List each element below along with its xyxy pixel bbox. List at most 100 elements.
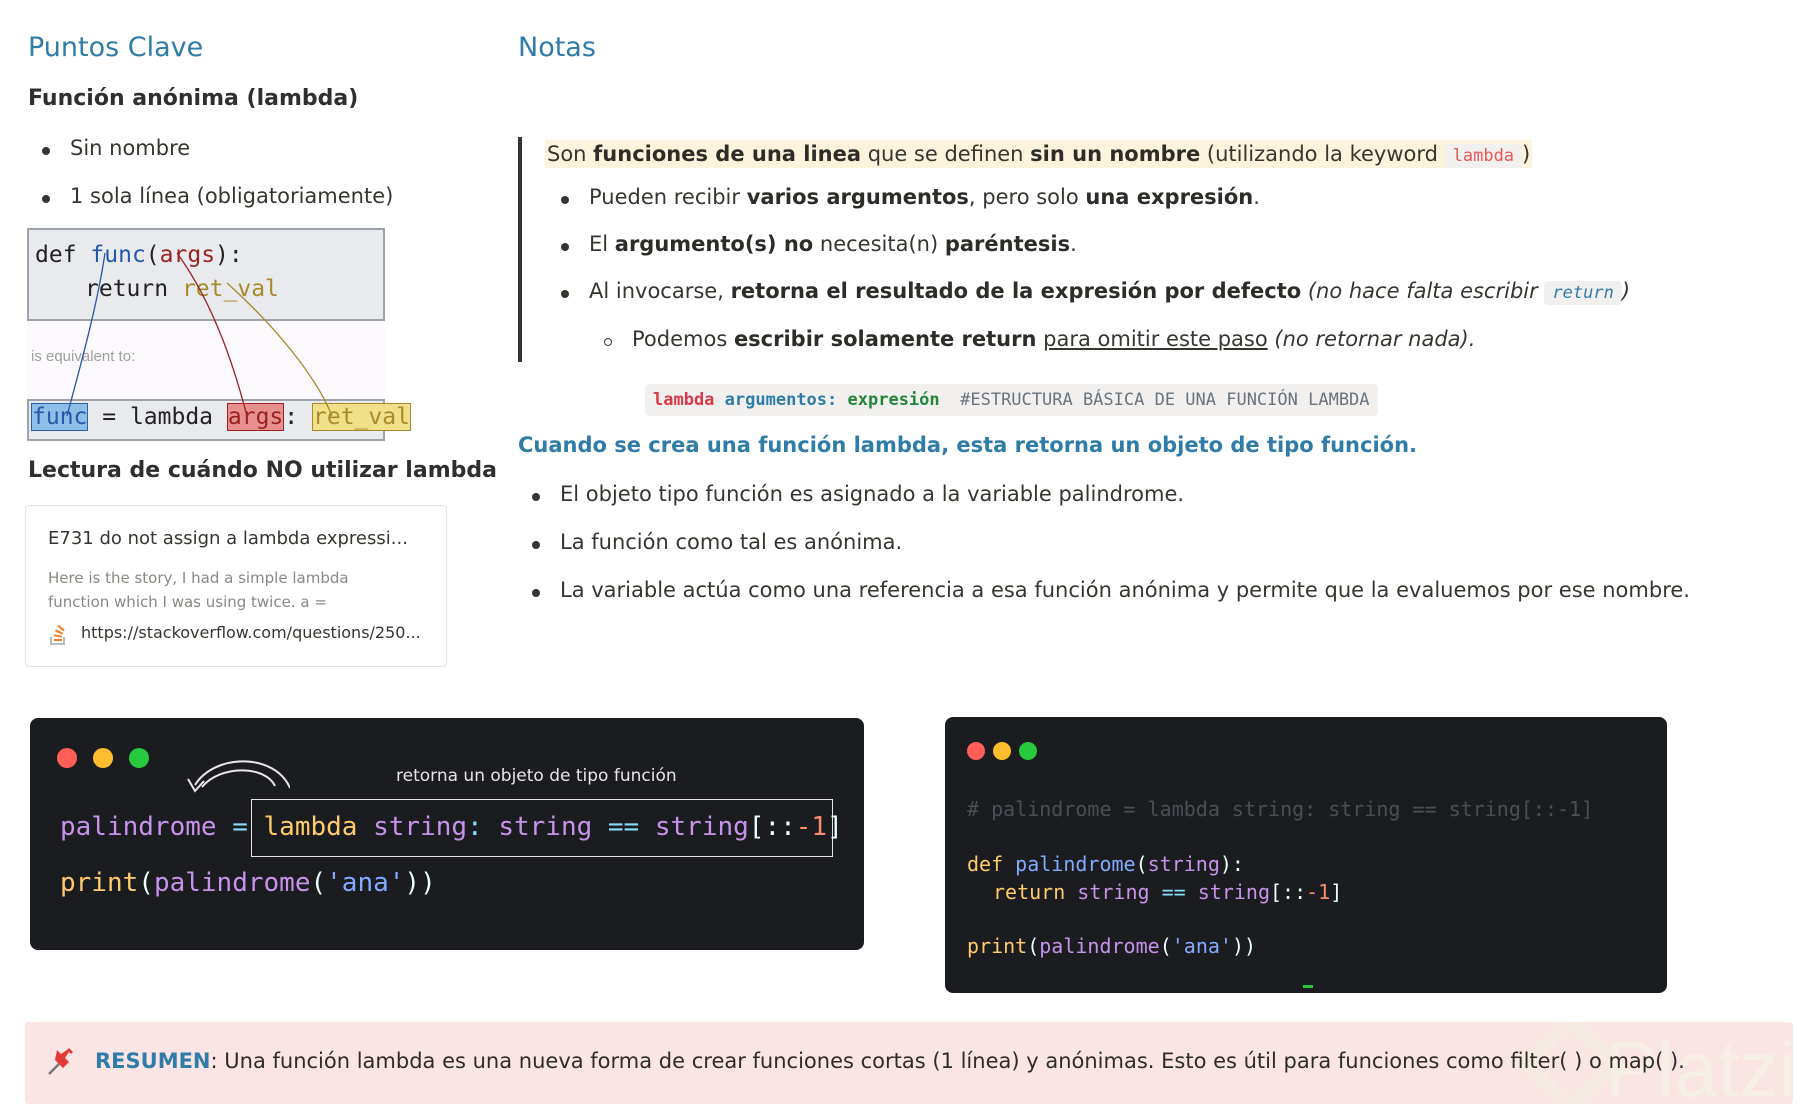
bold: varios argumentos <box>746 185 969 209</box>
code-slice: [:: <box>1269 880 1307 904</box>
lambda-structure-code: lambda argumentos: expresión #ESTRUCTURA… <box>645 384 1378 416</box>
italic: ) <box>1621 279 1631 303</box>
window-minimize-dot <box>93 748 113 768</box>
italic: (no retornar nada). <box>1267 327 1476 351</box>
curved-arrow-icon <box>187 760 290 793</box>
note-bullet-1: Pueden recibir varios argumentos, pero s… <box>589 185 1260 209</box>
quote-text: (utilizando la keyword <box>1200 142 1445 166</box>
text: Pueden recibir <box>589 185 747 209</box>
code-slice: ] <box>827 812 843 842</box>
bullet-dot <box>561 243 569 251</box>
code-number: -1 <box>795 812 828 842</box>
bold: escribir solamente return <box>733 327 1037 351</box>
text: El <box>589 232 615 256</box>
lambda-diagram: def func(args): return ret_val is equiva… <box>27 228 411 443</box>
window-close-dot <box>57 748 77 768</box>
summary-callout: Platzi RESUMEN: Una función lambda es un… <box>25 1022 1793 1104</box>
bold: retorna el resultado de la expresión por… <box>730 279 1302 303</box>
quote-bold: sin un nombre <box>1030 142 1201 166</box>
bullet-dot <box>42 195 50 203</box>
bookmark-url[interactable]: https://stackoverflow.com/questions/250.… <box>81 623 421 642</box>
code-paren: )) <box>1231 934 1257 958</box>
summary-text: RESUMEN: Una función lambda es una nueva… <box>95 1049 1685 1073</box>
text: , pero solo <box>968 185 1086 209</box>
text: Al invocarse, <box>589 279 731 303</box>
code-kw: lambda <box>653 390 715 410</box>
text: . <box>1070 232 1077 256</box>
text: necesita(n) <box>813 232 945 256</box>
bullet-dot <box>532 541 540 549</box>
code-param: string <box>1147 852 1220 876</box>
quote-line: Son funciones de una linea que se define… <box>545 140 1533 168</box>
code-screenshot-lambda: retorna un objeto de tipo función palind… <box>30 718 864 950</box>
terminal-annotation: retorna un objeto de tipo función <box>396 766 677 786</box>
code-paren: ( <box>1027 934 1040 958</box>
pushpin-icon <box>45 1046 77 1082</box>
inline-code-return: return <box>1544 281 1622 305</box>
note-sub-bullet: Podemos escribir solamente return para o… <box>632 327 1475 351</box>
fn-bullet-2: La función como tal es anónima. <box>560 530 903 554</box>
fn-bullet-3: La variable actúa como una referencia a … <box>560 578 1690 602</box>
code-screenshot-def: # palindrome = lambda string: string == … <box>945 717 1667 993</box>
bullet-dot <box>532 589 540 597</box>
bullet-dot <box>561 290 569 298</box>
bookmark-card[interactable]: E731 do not assign a lambda expressi... … <box>25 505 447 667</box>
italic: (no hace falta escribir <box>1301 279 1545 303</box>
bold: una expresión <box>1085 185 1254 209</box>
window-maximize-dot <box>1019 742 1037 760</box>
bold: paréntesis <box>944 232 1071 256</box>
inline-code-lambda: lambda <box>1444 144 1523 168</box>
code-paren: ( <box>138 868 154 898</box>
code-def: def <box>967 852 1004 876</box>
text: Podemos <box>632 327 734 351</box>
left-subheading: Función anónima (lambda) <box>28 86 359 111</box>
quote-text: ) <box>1522 142 1531 166</box>
bullet-dot <box>42 147 50 155</box>
code-fn: palindrome <box>1015 852 1136 876</box>
code-var: palindrome <box>60 812 217 842</box>
code-expr: expresión <box>847 390 940 410</box>
code-param: string <box>1197 880 1270 904</box>
code-param: string <box>498 812 593 842</box>
code-fn: palindrome <box>153 868 311 898</box>
summary-label: RESUMEN <box>95 1049 211 1073</box>
terminal2-comment: # palindrome = lambda string: string == … <box>967 797 1594 821</box>
quote-text: que se definen <box>861 142 1031 166</box>
code-paren: ( <box>1135 852 1148 876</box>
stackoverflow-icon <box>48 624 68 650</box>
code-eq: = <box>232 812 248 842</box>
code-return: return <box>993 880 1066 904</box>
text: . <box>1253 185 1260 209</box>
notes-heading: Notas <box>518 32 596 63</box>
code-lambda: lambda <box>263 812 358 842</box>
window-maximize-dot <box>129 748 149 768</box>
quote-bold: funciones de una linea <box>593 142 862 166</box>
reading-heading: Lectura de cuándo NO utilizar lambda <box>28 458 497 483</box>
code-fn: palindrome <box>1039 934 1160 958</box>
underlined-text: para omitir este paso <box>1043 327 1268 351</box>
cursor-mark <box>1303 985 1313 988</box>
terminal1-line1: palindrome = lambda string: string == st… <box>60 812 843 842</box>
code-string: 'ana' <box>326 868 405 898</box>
code-args: argumentos: <box>724 390 838 410</box>
code-slice: ] <box>1330 880 1343 904</box>
code-comment: #ESTRUCTURA BÁSICA DE UNA FUNCIÓN LAMBDA <box>960 390 1370 410</box>
fn-bullet-1: El objeto tipo función es asignado a la … <box>560 482 1185 506</box>
left-heading: Puntos Clave <box>28 32 204 63</box>
left-bullet-2: 1 sola línea (obligatoriamente) <box>70 184 394 208</box>
code-param: string <box>1077 880 1150 904</box>
window-minimize-dot <box>993 742 1011 760</box>
bookmark-title[interactable]: E731 do not assign a lambda expressi... <box>48 528 408 549</box>
note-bullet-2: El argumento(s) no necesita(n) paréntesi… <box>589 232 1077 256</box>
code-slice: [:: <box>748 812 796 842</box>
code-param: string <box>373 812 468 842</box>
bookmark-desc: Here is the story, I had a simple lambda… <box>48 569 349 611</box>
code-paren: )) <box>404 868 436 898</box>
terminal2-return-line: return string == string[::-1] <box>993 880 1342 904</box>
terminal2-print-line: print(palindrome('ana')) <box>967 934 1256 958</box>
code-op: == <box>1161 880 1186 904</box>
code-paren: ): <box>1219 852 1244 876</box>
code-print: print <box>60 868 139 898</box>
terminal2-def-line: def palindrome(string): <box>967 852 1244 876</box>
code-string: 'ana' <box>1171 934 1232 958</box>
